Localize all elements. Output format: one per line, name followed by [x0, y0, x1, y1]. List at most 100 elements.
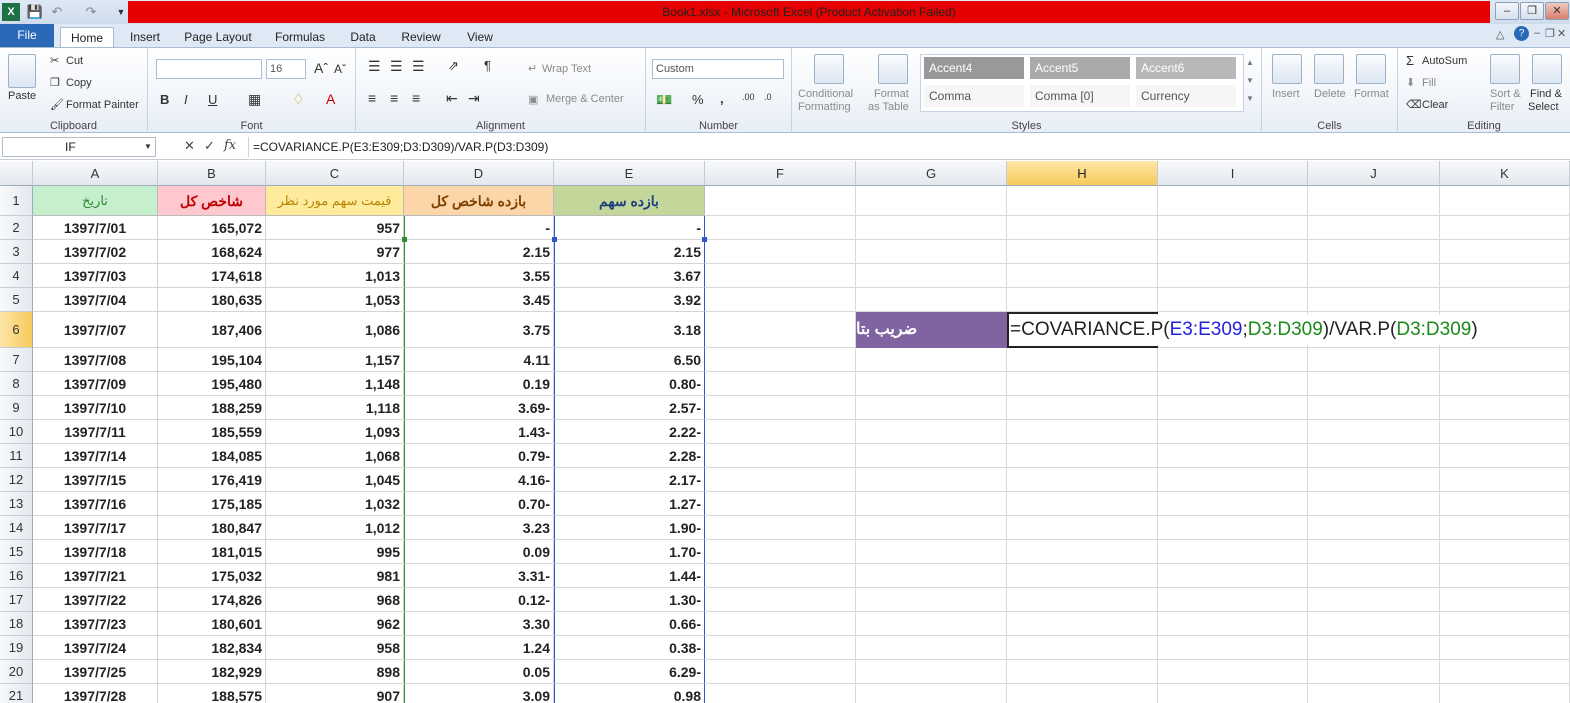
cell-i19[interactable]: [1158, 636, 1308, 660]
cell-f2[interactable]: [705, 216, 856, 240]
cell-i7[interactable]: [1158, 348, 1308, 372]
font-color-icon[interactable]: A: [326, 91, 335, 107]
align-middle-icon[interactable]: ☰: [390, 58, 403, 75]
cell-e12[interactable]: 2.17-: [554, 468, 705, 492]
font-name-combo[interactable]: [156, 59, 262, 79]
cell-d2[interactable]: -: [404, 216, 554, 240]
column-header-j[interactable]: J: [1308, 161, 1440, 186]
fill-button[interactable]: Fill: [1422, 77, 1436, 89]
sort-filter-icon[interactable]: [1490, 54, 1520, 84]
cell-f1[interactable]: [705, 186, 856, 216]
cell-b4[interactable]: 174,618: [158, 264, 266, 288]
row-header-10[interactable]: 10: [0, 420, 33, 444]
fill-color-icon[interactable]: ♢: [292, 91, 305, 108]
row-header-16[interactable]: 16: [0, 564, 33, 588]
cell-h7[interactable]: [1007, 348, 1158, 372]
autosum-icon[interactable]: Σ: [1406, 53, 1414, 68]
copy-icon[interactable]: ❐: [50, 76, 60, 89]
cell-k10[interactable]: [1440, 420, 1570, 444]
cell-k5[interactable]: [1440, 288, 1570, 312]
cell-d10[interactable]: 1.43-: [404, 420, 554, 444]
row-header-8[interactable]: 8: [0, 372, 33, 396]
cell-e14[interactable]: 1.90-: [554, 516, 705, 540]
cell-j19[interactable]: [1308, 636, 1440, 660]
cell-k8[interactable]: [1440, 372, 1570, 396]
format-painter-button[interactable]: Format Painter: [66, 99, 139, 111]
merge-center-icon[interactable]: ▣: [528, 93, 538, 106]
column-header-e[interactable]: E: [554, 161, 705, 186]
cell-j3[interactable]: [1308, 240, 1440, 264]
cell-c19[interactable]: 958: [266, 636, 404, 660]
row-header-14[interactable]: 14: [0, 516, 33, 540]
cell-f9[interactable]: [705, 396, 856, 420]
cell-b14[interactable]: 180,847: [158, 516, 266, 540]
cell-h16[interactable]: [1007, 564, 1158, 588]
cell-f13[interactable]: [705, 492, 856, 516]
cell-e15[interactable]: 1.70-: [554, 540, 705, 564]
currency-icon[interactable]: 💵: [656, 92, 672, 108]
cell-b21[interactable]: 188,575: [158, 684, 266, 703]
cell-a3[interactable]: 1397/7/02: [33, 240, 158, 264]
cell-c3[interactable]: 977: [266, 240, 404, 264]
cell-i14[interactable]: [1158, 516, 1308, 540]
cell-i16[interactable]: [1158, 564, 1308, 588]
cell-i2[interactable]: [1158, 216, 1308, 240]
row-header-21[interactable]: 21: [0, 684, 33, 703]
cell-b3[interactable]: 168,624: [158, 240, 266, 264]
number-format-combo[interactable]: Custom: [652, 59, 784, 79]
cell-j1[interactable]: [1308, 186, 1440, 216]
column-header-i[interactable]: I: [1158, 161, 1308, 186]
cell-b15[interactable]: 181,015: [158, 540, 266, 564]
cell-c4[interactable]: 1,013: [266, 264, 404, 288]
cell-j13[interactable]: [1308, 492, 1440, 516]
italic-button[interactable]: I: [184, 92, 188, 107]
cell-k1[interactable]: [1440, 186, 1570, 216]
delete-cells-button[interactable]: Delete: [1314, 88, 1346, 100]
underline-button[interactable]: U: [208, 92, 217, 107]
cell-i4[interactable]: [1158, 264, 1308, 288]
cell-i8[interactable]: [1158, 372, 1308, 396]
cell-b2[interactable]: 165,072: [158, 216, 266, 240]
tab-formulas[interactable]: Formulas: [268, 27, 332, 48]
cell-i15[interactable]: [1158, 540, 1308, 564]
cell-j15[interactable]: [1308, 540, 1440, 564]
cell-i12[interactable]: [1158, 468, 1308, 492]
cell-f3[interactable]: [705, 240, 856, 264]
cell-g20[interactable]: [856, 660, 1007, 684]
cell-e20[interactable]: 6.29-: [554, 660, 705, 684]
cell-i5[interactable]: [1158, 288, 1308, 312]
grow-font-icon[interactable]: Aˆ: [314, 60, 328, 76]
cell-b12[interactable]: 176,419: [158, 468, 266, 492]
cell-j7[interactable]: [1308, 348, 1440, 372]
cell-h9[interactable]: [1007, 396, 1158, 420]
cell-k13[interactable]: [1440, 492, 1570, 516]
cell-c15[interactable]: 995: [266, 540, 404, 564]
cell-e4[interactable]: 3.67: [554, 264, 705, 288]
wb-restore-icon[interactable]: ❐: [1545, 27, 1555, 40]
wrap-text-icon[interactable]: ↵: [528, 62, 537, 75]
autosum-button[interactable]: AutoSum: [1422, 55, 1467, 67]
cell-h8[interactable]: [1007, 372, 1158, 396]
column-header-k[interactable]: K: [1440, 161, 1570, 186]
cell-d15[interactable]: 0.09: [404, 540, 554, 564]
cell-d17[interactable]: 0.12-: [404, 588, 554, 612]
name-box[interactable]: IF: [2, 137, 156, 157]
cell-c9[interactable]: 1,118: [266, 396, 404, 420]
cell-j10[interactable]: [1308, 420, 1440, 444]
cell-b17[interactable]: 174,826: [158, 588, 266, 612]
help-icon[interactable]: ?: [1514, 26, 1529, 41]
comma-button[interactable]: ,: [720, 91, 724, 106]
tab-file[interactable]: File: [0, 24, 54, 47]
cell-k20[interactable]: [1440, 660, 1570, 684]
cell-c8[interactable]: 1,148: [266, 372, 404, 396]
cell-j21[interactable]: [1308, 684, 1440, 703]
cell-a14[interactable]: 1397/7/17: [33, 516, 158, 540]
tab-data[interactable]: Data: [342, 27, 384, 48]
cell-k4[interactable]: [1440, 264, 1570, 288]
row-header-11[interactable]: 11: [0, 444, 33, 468]
cell-a17[interactable]: 1397/7/22: [33, 588, 158, 612]
cell-f19[interactable]: [705, 636, 856, 660]
cell-h18[interactable]: [1007, 612, 1158, 636]
style-currency[interactable]: Currency: [1136, 85, 1236, 107]
cell-b6[interactable]: 187,406: [158, 312, 266, 348]
